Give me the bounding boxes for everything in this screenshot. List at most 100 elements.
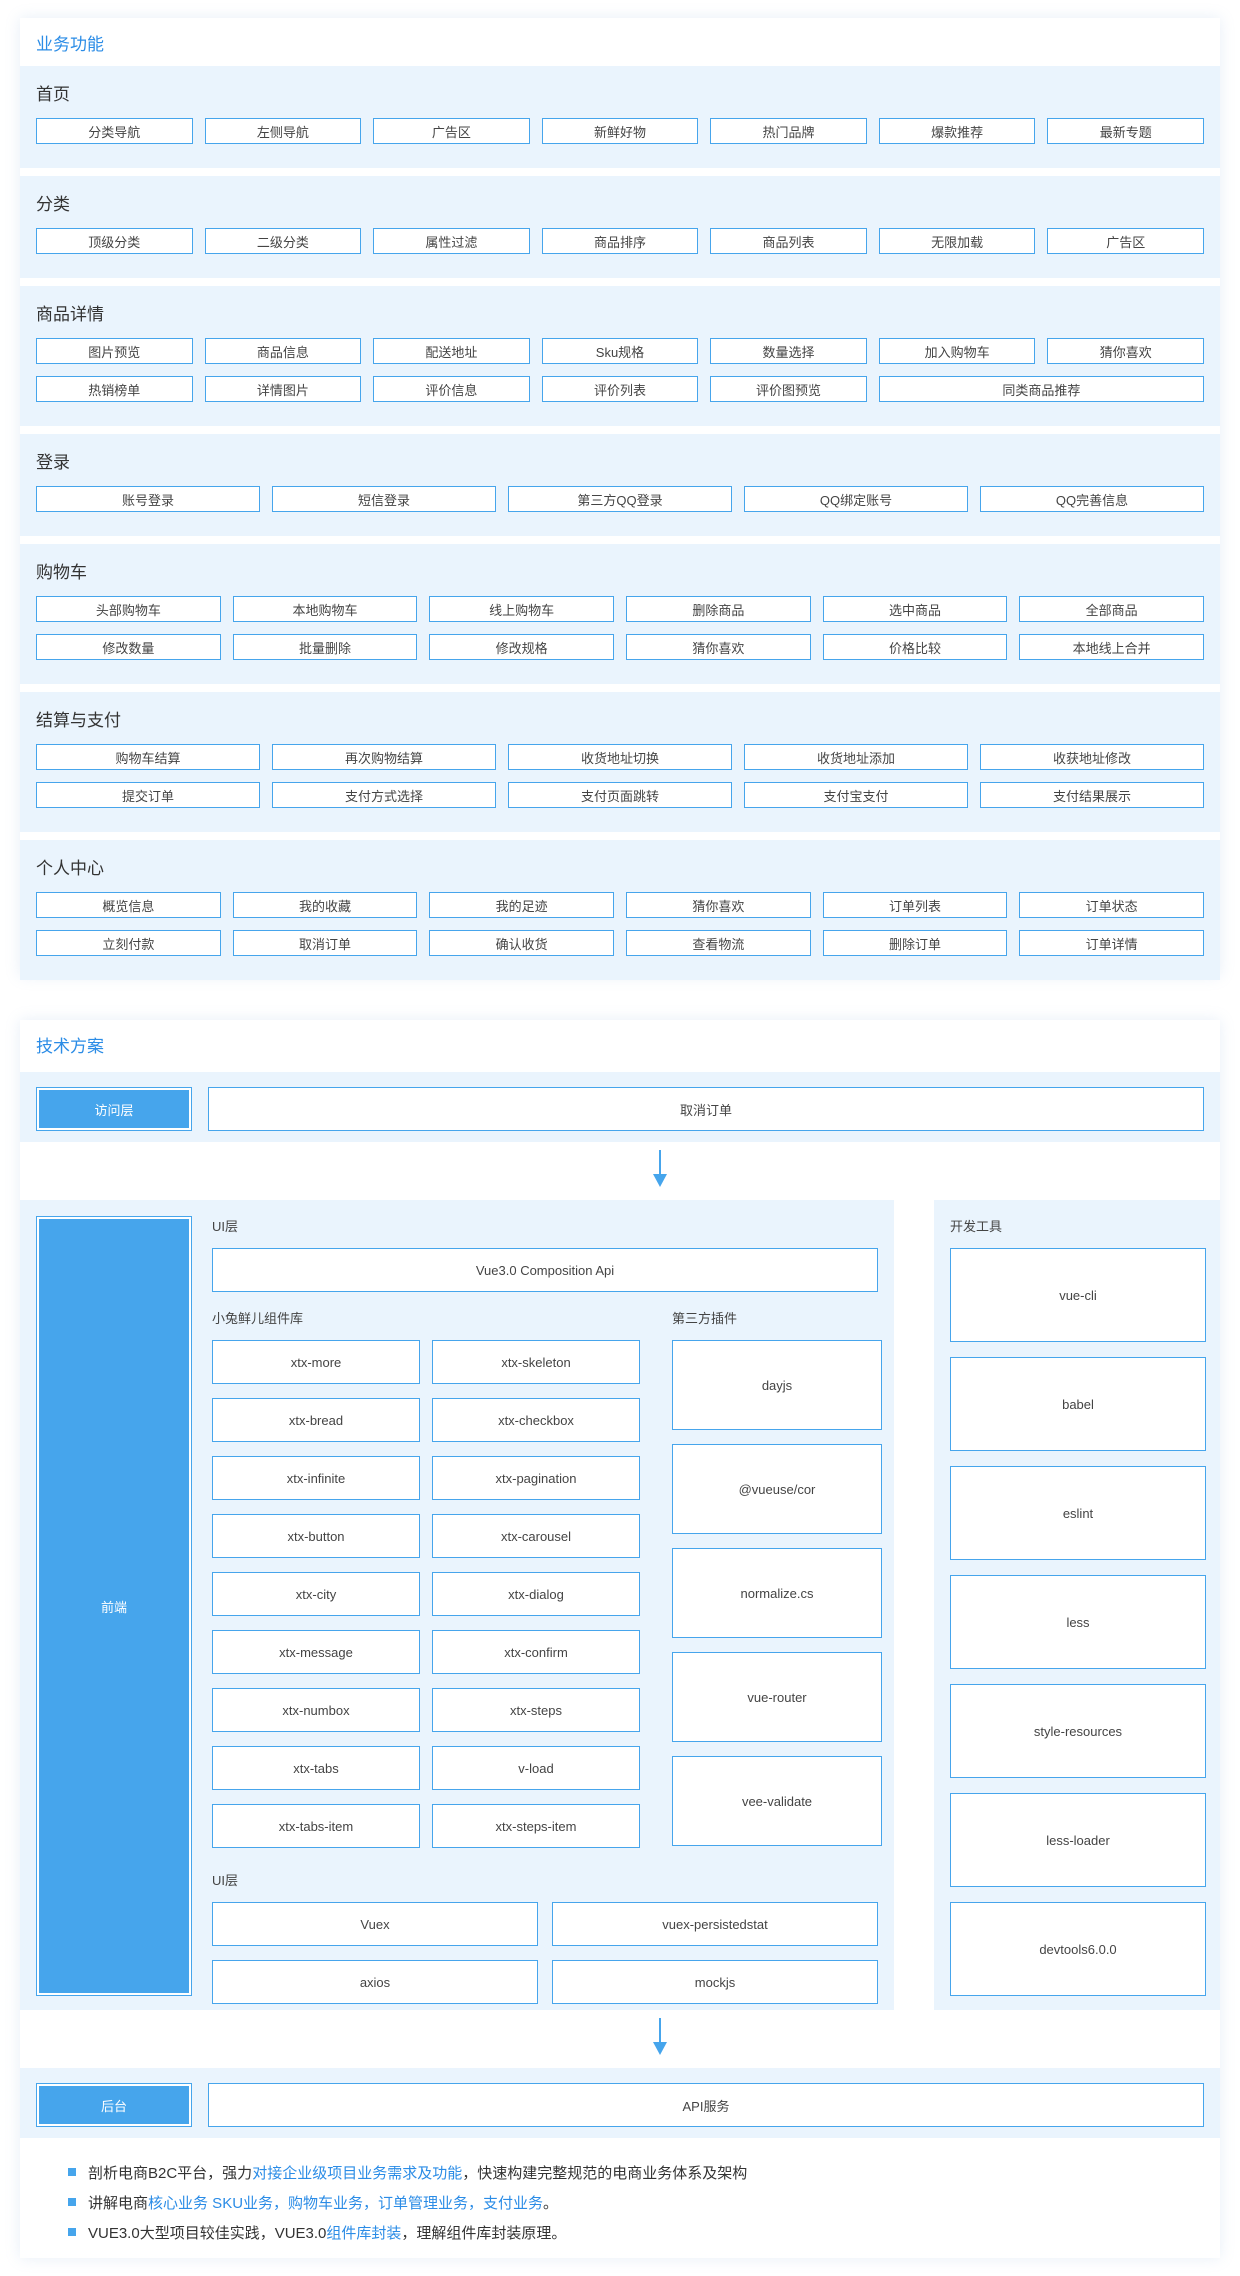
feature-box: 订单状态 xyxy=(1019,892,1204,918)
feature-box: 猜你喜欢 xyxy=(626,634,811,660)
devtool-box: style-resources xyxy=(950,1684,1206,1778)
feature-box: 删除商品 xyxy=(626,596,811,622)
feature-box: 二级分类 xyxy=(204,228,362,254)
feature-box: 修改数量 xyxy=(36,634,221,660)
feature-box: 本地购物车 xyxy=(232,596,418,622)
feature-section-title: 首页 xyxy=(36,85,70,104)
feature-box: 取消订单 xyxy=(232,930,418,956)
summary-bullet-1: 剖析电商B2C平台，强力对接企业级项目业务需求及功能，快速构建完整规范的电商业务… xyxy=(68,2162,747,2183)
feature-box: 支付页面跳转 xyxy=(508,782,732,808)
component-box: xtx-steps-item xyxy=(432,1804,640,1848)
feature-section: 结算与支付 购物车结算 再次购物结算 收货地址切换 收货地址添加 收获地址修改 提交订单 支付… xyxy=(20,692,1220,832)
backend-layer-section: 后台 API服务 xyxy=(20,2068,1220,2138)
square-bullet-icon xyxy=(68,2228,76,2237)
component-box: xtx-tabs-item xyxy=(212,1804,420,1848)
devtool-box: eslint xyxy=(950,1466,1206,1560)
devtool-box: less-loader xyxy=(950,1793,1206,1887)
feature-box: 评价列表 xyxy=(541,376,699,402)
feature-box: QQ完善信息 xyxy=(980,486,1204,512)
feature-box: 商品列表 xyxy=(710,228,867,254)
devtools-title: 开发工具 xyxy=(950,1219,1003,1234)
frontend-label-box: 前端 xyxy=(36,1216,192,1996)
component-box: xtx-button xyxy=(212,1514,420,1558)
feature-box: 最新专题 xyxy=(1047,118,1204,144)
business-panel: 业务功能 首页分类导航 左侧导航 广告区 新鲜好物 热门品牌 爆款推荐 最新专题分类 顶级分类… xyxy=(20,18,1220,980)
feature-box: 爆款推荐 xyxy=(878,118,1036,144)
plugins-title: 第三方插件 xyxy=(672,1311,738,1326)
feature-box: 删除订单 xyxy=(822,930,1008,956)
feature-box: 收货地址添加 xyxy=(744,744,968,770)
feature-box: 订单详情 xyxy=(1019,930,1204,956)
state-box: mockjs xyxy=(552,1960,878,2004)
frontend-label: 前端 xyxy=(39,1219,189,1993)
feature-box: 配送地址 xyxy=(373,338,530,364)
feature-box: Sku规格 xyxy=(541,338,699,364)
feature-box: 选中商品 xyxy=(822,596,1008,622)
feature-box: 图片预览 xyxy=(36,338,193,364)
summary-bullet-3: VUE3.0大型项目较佳实践，VUE3.0组件库封装，理解组件库封装原理。 xyxy=(68,2222,566,2243)
component-box: xtx-steps xyxy=(432,1688,640,1732)
feature-box: 立刻付款 xyxy=(36,930,221,956)
feature-box: 我的足迹 xyxy=(429,892,614,918)
feature-box: 分类导航 xyxy=(36,118,193,144)
feature-box: 热门品牌 xyxy=(710,118,867,144)
access-layer-label: 访问层 xyxy=(39,1090,189,1128)
arrow-down-icon xyxy=(653,2018,667,2055)
feature-box: 购物车结算 xyxy=(36,744,260,770)
devtool-box: devtools6.0.0 xyxy=(950,1902,1206,1996)
feature-section-title: 个人中心 xyxy=(36,859,104,878)
state-box: axios xyxy=(212,1960,538,2004)
devtool-box: less xyxy=(950,1575,1206,1669)
tech-title: 技术方案 xyxy=(36,1037,104,1056)
summary-bullet-2: 讲解电商核心业务 SKU业务，购物车业务，订单管理业务，支付业务。 xyxy=(68,2192,558,2213)
component-box: xtx-skeleton xyxy=(432,1340,640,1384)
feature-box: 新鲜好物 xyxy=(541,118,699,144)
plugin-box: vue-router xyxy=(672,1652,882,1742)
component-box: xtx-infinite xyxy=(212,1456,420,1500)
state-box: vuex-persistedstat xyxy=(552,1902,878,1946)
ui-layer-title: UI层 xyxy=(212,1219,239,1234)
feature-box: 支付结果展示 xyxy=(980,782,1204,808)
devtool-box: babel xyxy=(950,1357,1206,1451)
feature-box: 评价图预览 xyxy=(710,376,867,402)
tech-panel: 技术方案 访问层 取消订单 前端 UI层 Vue3.0 Composition … xyxy=(20,1020,1220,2258)
feature-box: 查看物流 xyxy=(626,930,811,956)
devtools-section: 开发工具 vue-cli babel eslint less style-resourc… xyxy=(934,1200,1220,2010)
feature-box: 评价信息 xyxy=(373,376,530,402)
backend-label-box: 后台 xyxy=(36,2083,192,2127)
backend-content: API服务 xyxy=(208,2083,1204,2127)
feature-box: 收获地址修改 xyxy=(980,744,1204,770)
feature-section-title: 购物车 xyxy=(36,563,87,582)
feature-box: 数量选择 xyxy=(710,338,867,364)
feature-section-title: 商品详情 xyxy=(36,305,104,324)
feature-box: 确认收货 xyxy=(429,930,614,956)
business-title: 业务功能 xyxy=(36,35,104,54)
access-layer-label-box: 访问层 xyxy=(36,1087,192,1131)
component-box: xtx-tabs xyxy=(212,1746,420,1790)
state-box: Vuex xyxy=(212,1902,538,1946)
access-layer-section: 访问层 取消订单 xyxy=(20,1072,1220,1142)
component-box: xtx-confirm xyxy=(432,1630,640,1674)
backend-label: 后台 xyxy=(39,2086,189,2124)
feature-box: 第三方QQ登录 xyxy=(508,486,732,512)
feature-box: 顶级分类 xyxy=(36,228,193,254)
feature-section: 商品详情 图片预览 商品信息 配送地址 Sku规格 数量选择 加入购物车 猜你喜欢 热销榜单 详情… xyxy=(20,286,1220,426)
arrow-down-icon xyxy=(653,1150,667,1187)
feature-section-title: 结算与支付 xyxy=(36,711,121,730)
devtool-box: vue-cli xyxy=(950,1248,1206,1342)
component-box: xtx-more xyxy=(212,1340,420,1384)
square-bullet-icon xyxy=(68,2198,76,2207)
feature-box: 提交订单 xyxy=(36,782,260,808)
feature-box: 广告区 xyxy=(373,118,530,144)
vue-composition-box: Vue3.0 Composition Api xyxy=(212,1248,878,1292)
feature-box: 线上购物车 xyxy=(429,596,614,622)
feature-section: 分类 顶级分类 二级分类 属性过滤 商品排序 商品列表 无限加载 广告区 xyxy=(20,176,1220,278)
feature-box: 支付宝支付 xyxy=(744,782,968,808)
feature-box: 短信登录 xyxy=(272,486,496,512)
component-box: xtx-city xyxy=(212,1572,420,1616)
feature-box: 本地线上合并 xyxy=(1019,634,1204,660)
feature-box: 收货地址切换 xyxy=(508,744,732,770)
feature-box: 猜你喜欢 xyxy=(626,892,811,918)
feature-box: 左侧导航 xyxy=(204,118,362,144)
feature-box: 同类商品推荐 xyxy=(878,376,1204,402)
